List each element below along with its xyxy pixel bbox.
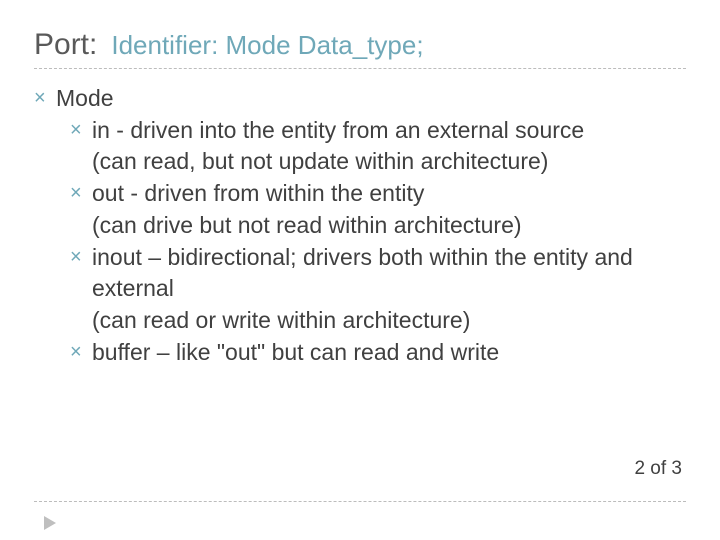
title-rest: Identifier: Mode Data_type; <box>111 30 423 61</box>
level2-item: × in - driven into the entity from an ex… <box>70 115 686 178</box>
item-main: buffer – like "out" but can read and wri… <box>92 339 499 365</box>
level2-text: in - driven into the entity from an exte… <box>92 115 686 178</box>
level1-item: × Mode × in - driven into the entity fro… <box>34 83 686 369</box>
bullet-icon: × <box>70 178 92 241</box>
item-note: (can read, but not update within archite… <box>92 148 548 174</box>
footer-line <box>34 501 686 502</box>
item-main: out - driven from within the entity <box>92 180 424 206</box>
level2-item: × buffer – like "out" but can read and w… <box>70 337 686 369</box>
level2-item: × out - driven from within the entity (c… <box>70 178 686 241</box>
title-underline <box>34 68 686 69</box>
arrow-icon <box>40 512 62 534</box>
level1-heading: Mode <box>56 83 686 115</box>
bullet-icon: × <box>70 337 92 369</box>
level2-item: × inout – bidirectional; drivers both wi… <box>70 242 686 337</box>
title-port: Port: <box>34 28 97 62</box>
level2-text: buffer – like "out" but can read and wri… <box>92 337 686 369</box>
bullet-icon: × <box>34 83 56 369</box>
slide: Port: Identifier: Mode Data_type; × Mode… <box>0 0 720 540</box>
level1-content: Mode × in - driven into the entity from … <box>56 83 686 369</box>
bullet-icon: × <box>70 242 92 337</box>
bullet-icon: × <box>70 115 92 178</box>
title-row: Port: Identifier: Mode Data_type; <box>34 28 686 62</box>
item-note: (can drive but not read within architect… <box>92 212 522 238</box>
item-main: in - driven into the entity from an exte… <box>92 117 584 143</box>
item-main: inout – bidirectional; drivers both with… <box>92 244 633 302</box>
level2-text: out - driven from within the entity (can… <box>92 178 686 241</box>
body: × Mode × in - driven into the entity fro… <box>34 83 686 369</box>
level2-text: inout – bidirectional; drivers both with… <box>92 242 686 337</box>
page-counter: 2 of 3 <box>634 458 682 480</box>
item-note: (can read or write within architecture) <box>92 307 470 333</box>
